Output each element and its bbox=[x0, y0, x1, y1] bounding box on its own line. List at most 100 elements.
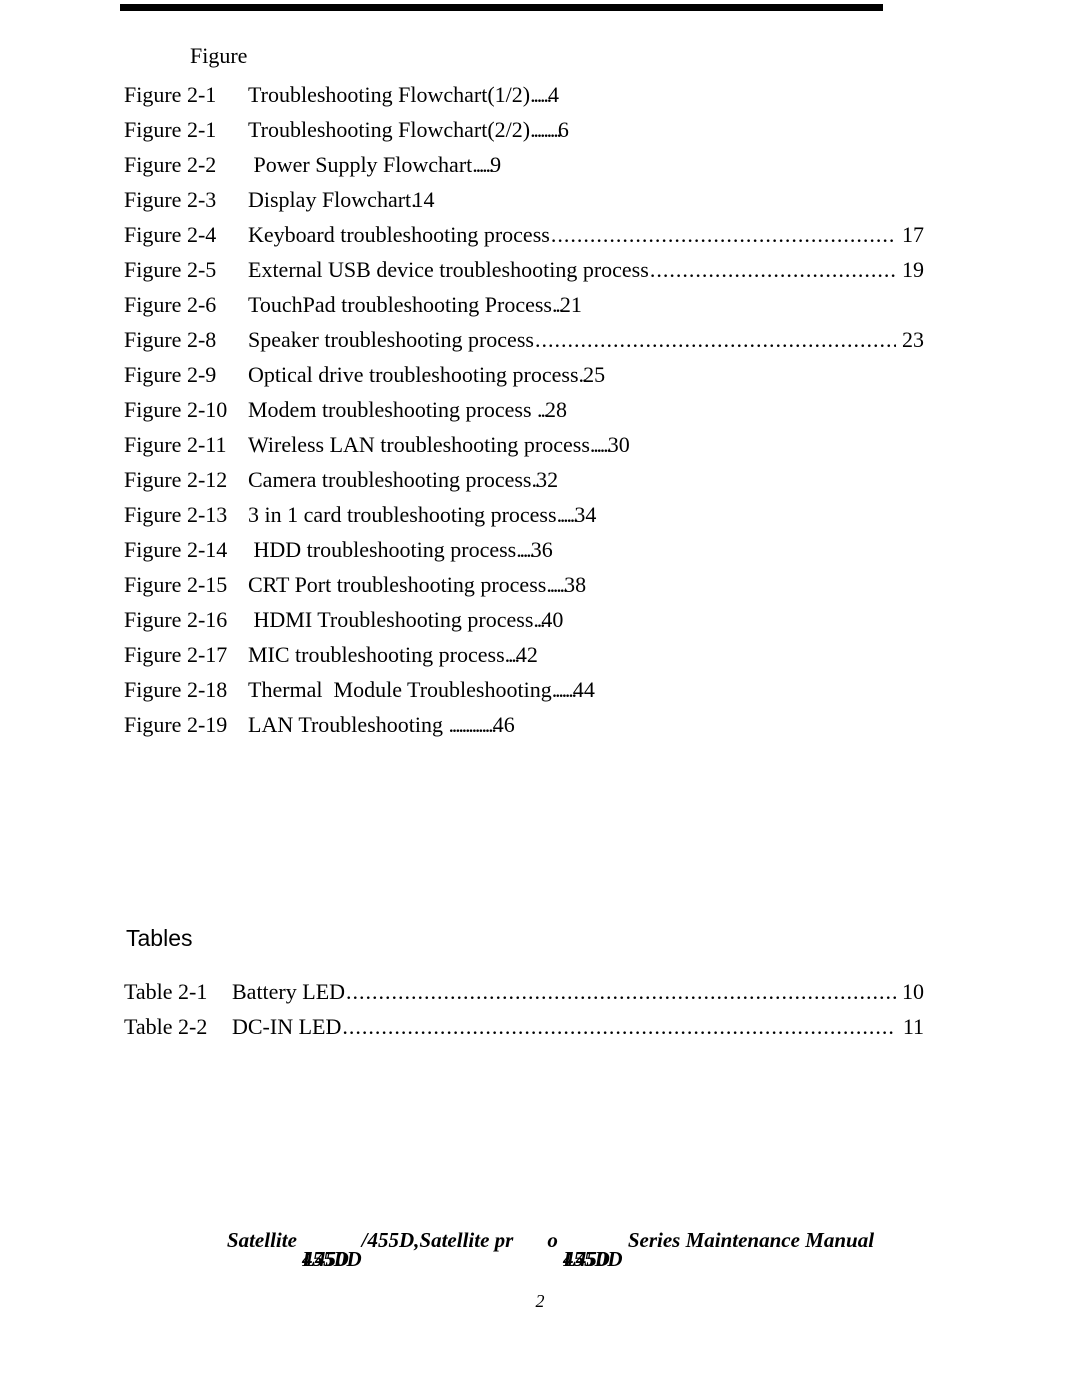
toc-entry-page: 32 bbox=[536, 467, 559, 492]
footer-gap-text: o bbox=[547, 1228, 564, 1252]
toc-entry-label: Figure 2-4 bbox=[124, 222, 217, 247]
toc-entry-title: HDMI Troubleshooting process bbox=[248, 607, 534, 632]
toc-entry-page: 38 bbox=[564, 572, 587, 597]
toc-entry-page: 36 bbox=[530, 537, 553, 562]
tables-list: Table 2-1 Battery LED ...................… bbox=[124, 979, 924, 1049]
toc-entry-label: Figure 2-17 bbox=[124, 642, 228, 667]
toc-entry-page: 19 bbox=[902, 257, 924, 282]
toc-leader-dots: ........................................… bbox=[649, 257, 896, 282]
toc-entry-page: 17 bbox=[902, 222, 924, 247]
toc-entry-label: Figure 2-6 bbox=[124, 292, 217, 317]
toc-entry-title: 3 in 1 card troubleshooting process bbox=[248, 502, 557, 527]
toc-leader-dots: ....... bbox=[551, 677, 577, 702]
toc-entry: Figure 2-15 CRT Port troubleshooting proc… bbox=[124, 572, 924, 607]
toc-entry: Figure 2-17 MIC troubleshooting process..… bbox=[124, 642, 924, 677]
footer-middle: /455D,Satellite pr bbox=[361, 1228, 514, 1252]
toc-entry: Figure 2-13 3 in 1 card troubleshooting p… bbox=[124, 502, 924, 537]
toc-leader-dots: ........................................… bbox=[534, 327, 896, 352]
toc-entry-page: 6 bbox=[557, 117, 569, 142]
toc-entry-label: Figure 2-12 bbox=[124, 467, 228, 492]
toc-entry-page: 25 bbox=[583, 362, 606, 387]
toc-entry: Figure 2-9 Optical drive troubleshooting … bbox=[124, 362, 924, 397]
toc-leader-dots: ........................................… bbox=[342, 1014, 896, 1039]
toc-entry-page: 42 bbox=[515, 642, 538, 667]
toc-entry: Figure 2-8 Speaker troubleshooting proces… bbox=[124, 327, 924, 362]
toc-entry: Figure 2-4 Keyboard troubleshooting proce… bbox=[124, 222, 924, 257]
toc-entry: Figure 2-14 HDD troubleshooting process.… bbox=[124, 537, 924, 572]
toc-entry-label: Figure 2-19 bbox=[124, 712, 228, 737]
toc-entry-label: Figure 2-1 bbox=[124, 117, 217, 142]
tables-section-heading: Tables bbox=[126, 925, 193, 951]
toc-entry-label: Figure 2-5 bbox=[124, 257, 217, 282]
toc-entry-title: Wireless LAN troubleshooting process bbox=[248, 432, 590, 457]
toc-entry-page: 23 bbox=[902, 327, 924, 352]
toc-entry-label: Figure 2-2 bbox=[124, 152, 217, 177]
toc-entry-page: 46 bbox=[492, 712, 515, 737]
toc-entry-page: 28 bbox=[544, 397, 567, 422]
toc-entry-title: CRT Port troubleshooting process bbox=[248, 572, 547, 597]
toc-entry-label: Figure 2-8 bbox=[124, 327, 217, 352]
toc-entry-title: Power Supply Flowchart bbox=[248, 152, 473, 177]
toc-entry: Figure 2-5 External USB device troublesho… bbox=[124, 257, 924, 292]
toc-entry-label: Table 2-2 bbox=[124, 1014, 208, 1039]
toc-entry-label: Figure 2-18 bbox=[124, 677, 228, 702]
toc-entry-label: Figure 2-10 bbox=[124, 397, 228, 422]
footer-prefix: Satellite bbox=[226, 1228, 303, 1252]
toc-leader-dots: .............. bbox=[448, 712, 496, 737]
toc-entry-title: Camera troubleshooting process bbox=[248, 467, 532, 492]
toc-entry-page: 11 bbox=[902, 1014, 924, 1039]
toc-entry: Table 2-1 Battery LED ...................… bbox=[124, 979, 924, 1014]
toc-entry-label: Figure 2-15 bbox=[124, 572, 228, 597]
toc-entry-page: 4 bbox=[547, 82, 559, 107]
toc-entry-title: Thermal Module Troubleshooting bbox=[248, 677, 552, 702]
header-rule bbox=[120, 4, 883, 11]
document-page: Figure Figure 2-1 Troubleshooting Flowcha… bbox=[0, 0, 1080, 1397]
page-footer: Satellite L450D455DL450D/455D,Satellite … bbox=[0, 1203, 1080, 1278]
toc-entry-page: 34 bbox=[574, 502, 597, 527]
toc-entry: Figure 2-2 Power Supply Flowchart...... 9 bbox=[124, 152, 924, 187]
toc-entry-label: Figure 2-9 bbox=[124, 362, 217, 387]
toc-entry-page: 10 bbox=[902, 979, 924, 1004]
toc-entry: Figure 2-16 HDMI Troubleshooting process… bbox=[124, 607, 924, 642]
toc-entry-label: Figure 2-1 bbox=[124, 82, 217, 107]
footer-model-1b: 455D bbox=[302, 1247, 349, 1271]
toc-entry: Figure 2-19 LAN Troubleshooting .........… bbox=[124, 712, 924, 747]
toc-entry-page: 21 bbox=[559, 292, 582, 317]
figures-list: Figure 2-1 Troubleshooting Flowchart(1/2)… bbox=[124, 82, 924, 747]
toc-entry-title: Battery LED bbox=[232, 979, 346, 1004]
toc-entry: Figure 2-11 Wireless LAN troubleshooting … bbox=[124, 432, 924, 467]
toc-entry-title: DC-IN LED bbox=[232, 1014, 342, 1039]
toc-entry-title: External USB device troubleshooting proc… bbox=[248, 257, 649, 282]
toc-entry: Figure 2-6 TouchPad troubleshooting Proce… bbox=[124, 292, 924, 327]
toc-entry-label: Figure 2-11 bbox=[124, 432, 227, 457]
toc-entry-title: MIC troubleshooting process bbox=[248, 642, 505, 667]
toc-entry: Table 2-2 DC-IN LED .....................… bbox=[124, 1014, 924, 1049]
toc-entry-page: 44 bbox=[572, 677, 595, 702]
toc-entry-title: Troubleshooting Flowchart(2/2) bbox=[248, 117, 531, 142]
toc-entry: Figure 2-1 Troubleshooting Flowchart(1/2)… bbox=[124, 82, 924, 117]
toc-entry-title: Modem troubleshooting process bbox=[248, 397, 538, 422]
toc-entry-title: Keyboard troubleshooting process bbox=[248, 222, 550, 247]
toc-entry-page: 40 bbox=[541, 607, 564, 632]
toc-leader-dots: ........................................… bbox=[346, 979, 896, 1004]
toc-entry: Figure 2-3 Display Flowchart. 14 bbox=[124, 187, 924, 222]
toc-entry-title: HDD troubleshooting process bbox=[248, 537, 517, 562]
toc-entry: Figure 2-10 Modem troubleshooting process… bbox=[124, 397, 924, 432]
toc-entry: Figure 2-1 Troubleshooting Flowchart(2/2)… bbox=[124, 117, 924, 152]
toc-entry-page: 9 bbox=[490, 152, 502, 177]
toc-entry: Figure 2-18 Thermal Module Troubleshootin… bbox=[124, 677, 924, 712]
footer-suffix: Series Maintenance Manual bbox=[622, 1228, 875, 1252]
toc-entry-title: TouchPad troubleshooting Process bbox=[248, 292, 552, 317]
toc-entry-page: 30 bbox=[607, 432, 630, 457]
toc-entry-title: LAN Troubleshooting bbox=[248, 712, 449, 737]
toc-entry-page: 14 bbox=[412, 187, 435, 212]
toc-leader-dots: ......... bbox=[530, 117, 562, 142]
toc-entry-title: Optical drive troubleshooting process bbox=[248, 362, 579, 387]
toc-entry-title: Display Flowchart bbox=[248, 187, 412, 212]
footer-model-2b: 455D bbox=[563, 1247, 610, 1271]
figures-section-heading: Figure bbox=[190, 43, 248, 68]
toc-entry-label: Figure 2-13 bbox=[124, 502, 228, 527]
toc-entry-title: Speaker troubleshooting process bbox=[248, 327, 534, 352]
toc-leader-dots: ........................................… bbox=[550, 222, 896, 247]
toc-entry-label: Table 2-1 bbox=[124, 979, 208, 1004]
